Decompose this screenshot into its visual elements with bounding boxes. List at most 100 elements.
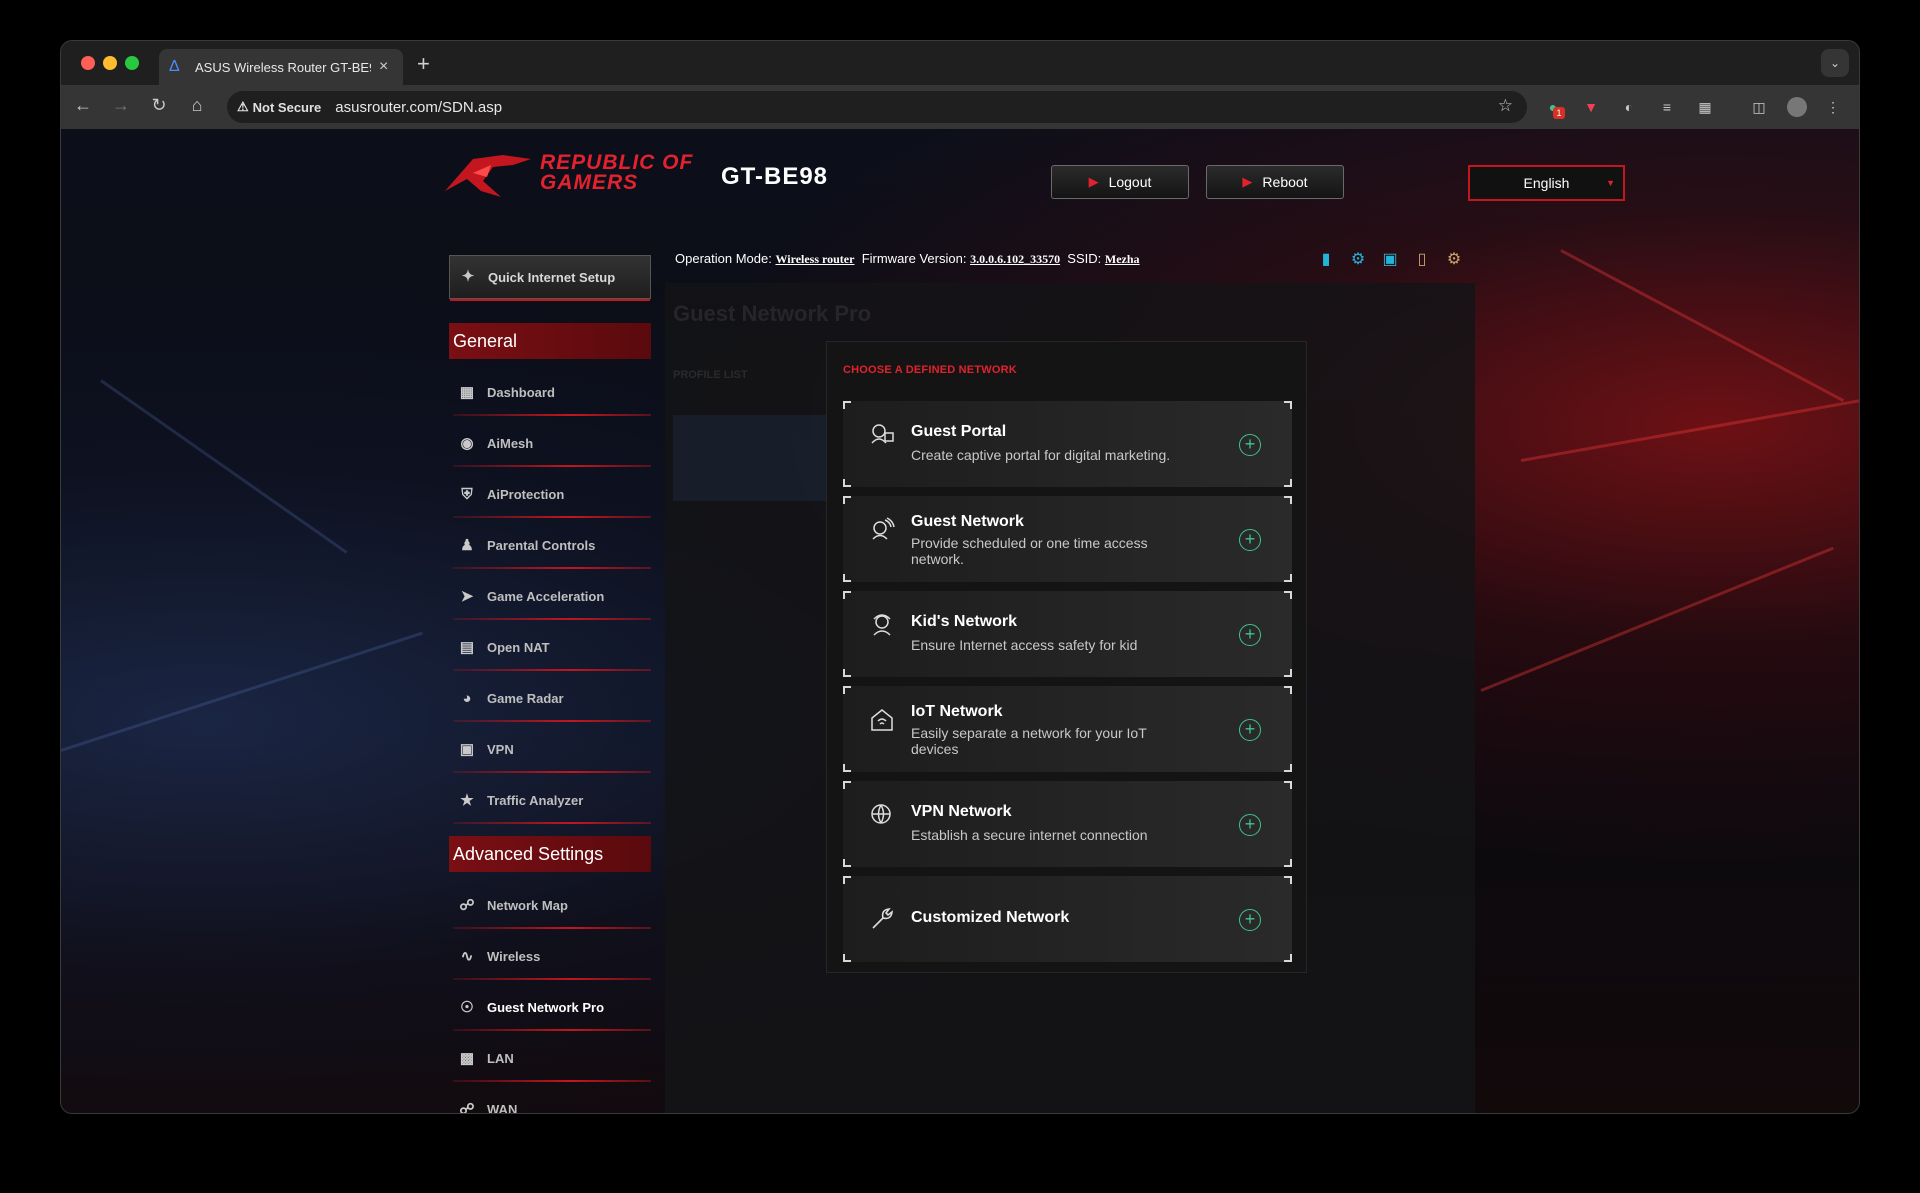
wan-icon: ☍ xyxy=(459,1100,475,1114)
modal-title: CHOOSE A DEFINED NETWORK xyxy=(843,364,1017,376)
forward-arrow-icon[interactable]: → xyxy=(109,95,133,116)
sidebar-item-vpn[interactable]: ▣ VPN xyxy=(449,724,651,775)
sidebar-item-guest-network-pro[interactable]: ☉ Guest Network Pro xyxy=(449,982,651,1033)
page-title: Guest Network Pro xyxy=(673,301,872,326)
sidebar-item-parental-controls[interactable]: ♟ Parental Controls xyxy=(449,520,651,571)
wireless-icon: ∿ xyxy=(460,947,474,965)
sidebar-item-aimesh[interactable]: ◉ AiMesh xyxy=(449,418,651,469)
sidebar-item-traffic-analyzer[interactable]: ★ Traffic Analyzer xyxy=(449,775,651,826)
add-network-card xyxy=(673,415,843,501)
asus-favicon-icon: Δ xyxy=(169,58,180,75)
maximize-window-button[interactable] xyxy=(125,56,139,70)
tab-title: ASUS Wireless Router GT-BE98 xyxy=(195,59,371,75)
bg-streak xyxy=(100,379,348,554)
extension-green-icon[interactable]: ●1 xyxy=(1543,97,1565,119)
tab-search-chevron-icon[interactable]: ⌄ xyxy=(1821,49,1849,77)
rocket-icon: ➤ xyxy=(460,587,474,605)
bg-streak xyxy=(1480,546,1834,692)
sidebar-item-lan[interactable]: ▩ LAN xyxy=(449,1033,651,1084)
url-text[interactable]: asusrouter.com/SDN.asp xyxy=(335,99,502,116)
general-heading: General xyxy=(449,323,651,359)
back-arrow-icon[interactable]: ← xyxy=(71,95,95,116)
tab-close-icon[interactable]: × xyxy=(379,58,388,76)
profile-list-label: PROFILE LIST xyxy=(673,369,748,381)
sidebar-item-dashboard[interactable]: ▦ Dashboard xyxy=(449,367,651,418)
new-tab-icon[interactable]: + xyxy=(417,51,430,77)
sidebar-item-game-acceleration[interactable]: ➤ Game Acceleration xyxy=(449,571,651,622)
browser-window: Δ ASUS Wireless Router GT-BE98 × + ⌄ ← →… xyxy=(60,40,1860,1114)
address-bar[interactable]: ⚠ Not Secure asusrouter.com/SDN.asp ☆ xyxy=(227,91,1527,123)
add-circle-icon[interactable]: + xyxy=(1239,814,1261,836)
reload-icon[interactable]: ↻ xyxy=(147,95,171,116)
sidebar-item-wireless[interactable]: ∿ Wireless xyxy=(449,931,651,982)
translate-icon[interactable]: ≡ xyxy=(1657,97,1677,117)
side-panel-icon[interactable]: ◫ xyxy=(1749,97,1769,117)
sidebar-item-aiprotection[interactable]: ⛨ AiProtection xyxy=(449,469,651,520)
play-arrow-icon: ▶ xyxy=(1242,174,1253,189)
router-page: REPUBLIC OF GAMERS GT-BE98 ▶ Logout ▶ Re… xyxy=(61,129,1859,1114)
brand-name: REPUBLIC OF GAMERS xyxy=(540,151,694,194)
router-model: GT-BE98 xyxy=(721,163,829,190)
home-icon[interactable]: ⌂ xyxy=(185,95,209,116)
play-arrow-icon: ▶ xyxy=(1088,174,1099,189)
quick-internet-setup-button[interactable]: ✦ Quick Internet Setup xyxy=(449,255,651,301)
add-circle-icon[interactable]: + xyxy=(1239,909,1261,931)
vpn-icon: ▣ xyxy=(459,740,475,758)
pocket-icon[interactable]: ▼ xyxy=(1581,97,1601,117)
extension-badge: 1 xyxy=(1553,107,1565,119)
sidebar-item-open-nat[interactable]: ▤ Open NAT xyxy=(449,622,651,673)
add-circle-icon[interactable]: + xyxy=(1239,719,1261,741)
status-bar: Operation Mode: Wireless router Firmware… xyxy=(675,251,1140,266)
wrench-icon xyxy=(872,907,894,929)
sidebar-item-network-map[interactable]: ☍ Network Map xyxy=(449,880,651,931)
router-header: REPUBLIC OF GAMERS GT-BE98 ▶ Logout ▶ Re… xyxy=(443,143,1625,213)
cpu-gear-icon[interactable]: ⚙ xyxy=(1347,249,1369,271)
dropdown-caret-icon: ▼ xyxy=(1606,178,1615,188)
bookmark-star-icon[interactable]: ☆ xyxy=(1498,96,1513,116)
sidebar-item-wan[interactable]: ☍ WAN xyxy=(449,1084,651,1114)
family-icon: ♟ xyxy=(460,536,474,554)
guest-network-icon: ☉ xyxy=(460,998,474,1016)
profile-avatar[interactable] xyxy=(1787,97,1807,117)
bg-streak xyxy=(61,631,423,752)
extension-circle-icon[interactable]: ◐ xyxy=(1619,97,1639,117)
option-customized-network[interactable]: Customized Network + xyxy=(843,876,1292,962)
iot-icon xyxy=(871,709,893,731)
lan-icon: ▩ xyxy=(459,1049,475,1067)
client-monitor-icon[interactable]: ▣ xyxy=(1379,249,1401,271)
option-guest-network[interactable]: Guest Network Provide scheduled or one t… xyxy=(843,496,1292,582)
status-icons: ▮ ⚙ ▣ ▯ ⚙ xyxy=(1315,249,1465,271)
language-select[interactable]: English ▼ xyxy=(1468,165,1625,201)
sim-card-icon[interactable]: ▮ xyxy=(1315,249,1337,271)
choose-network-modal: CHOOSE A DEFINED NETWORK Guest Portal Cr… xyxy=(826,341,1307,973)
option-guest-portal[interactable]: Guest Portal Create captive portal for d… xyxy=(843,401,1292,487)
option-vpn-network[interactable]: VPN Network Establish a secure internet … xyxy=(843,781,1292,867)
traffic-icon: ★ xyxy=(460,791,474,809)
usb-icon[interactable]: ▯ xyxy=(1411,249,1433,271)
bg-streak xyxy=(1520,396,1859,462)
add-circle-icon[interactable]: + xyxy=(1239,624,1261,646)
radar-icon: ◕ xyxy=(462,689,472,707)
browser-tab[interactable]: Δ ASUS Wireless Router GT-BE98 × xyxy=(159,49,403,85)
add-circle-icon[interactable]: + xyxy=(1239,529,1261,551)
option-iot-network[interactable]: IoT Network Easily separate a network fo… xyxy=(843,686,1292,772)
firmware-version-link[interactable]: 3.0.0.6.102_33570 xyxy=(970,252,1060,266)
settings-gear-icon[interactable]: ⚙ xyxy=(1443,249,1465,271)
tab-bar: Δ ASUS Wireless Router GT-BE98 × + ⌄ xyxy=(61,41,1859,85)
browser-menu-icon[interactable]: ⋮ xyxy=(1823,97,1843,117)
globe-icon: ☍ xyxy=(459,896,475,914)
aimesh-icon: ◉ xyxy=(460,434,474,452)
security-chip[interactable]: ⚠ Not Secure xyxy=(237,99,321,115)
ssid-link[interactable]: Mezha xyxy=(1105,252,1140,266)
option-kids-network[interactable]: Kid's Network Ensure Internet access saf… xyxy=(843,591,1292,677)
logout-button[interactable]: ▶ Logout xyxy=(1051,165,1189,199)
sidebar-item-game-radar[interactable]: ◕ Game Radar xyxy=(449,673,651,724)
shield-icon: ⛨ xyxy=(461,485,473,503)
close-window-button[interactable] xyxy=(81,56,95,70)
operation-mode-link[interactable]: Wireless router xyxy=(775,252,854,266)
reboot-button[interactable]: ▶ Reboot xyxy=(1206,165,1344,199)
dashboard-icon: ▦ xyxy=(459,383,475,401)
add-circle-icon[interactable]: + xyxy=(1239,434,1261,456)
extensions-puzzle-icon[interactable]: ▦ xyxy=(1695,97,1715,117)
minimize-window-button[interactable] xyxy=(103,56,117,70)
